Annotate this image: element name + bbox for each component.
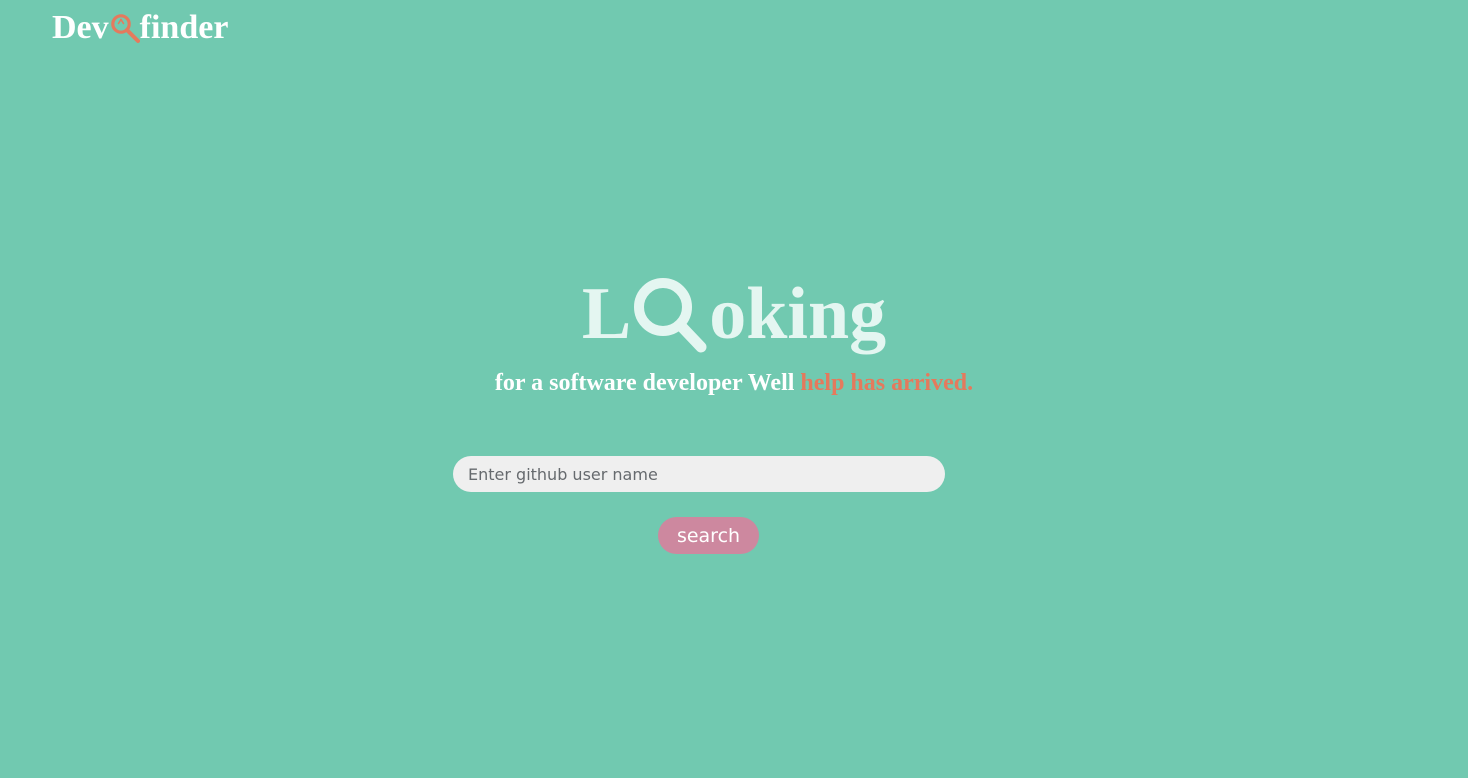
tagline-accent: help has arrived. (800, 370, 974, 396)
hero-title-prefix: L (581, 273, 632, 355)
hero-title-suffix: oking (709, 273, 887, 355)
username-search-input[interactable] (453, 456, 945, 492)
magnifier-icon (633, 277, 709, 357)
tagline: for a software developer Well help has a… (0, 370, 1468, 397)
logo-suffix: finder (139, 9, 229, 46)
logo-prefix: Dev (52, 9, 109, 46)
tagline-main: for a software developer Well (494, 370, 801, 396)
search-button[interactable]: search (658, 517, 759, 554)
hero-title: L oking (0, 268, 1468, 360)
logo[interactable]: Dev finder (52, 8, 228, 48)
magnifier-icon (110, 12, 140, 44)
